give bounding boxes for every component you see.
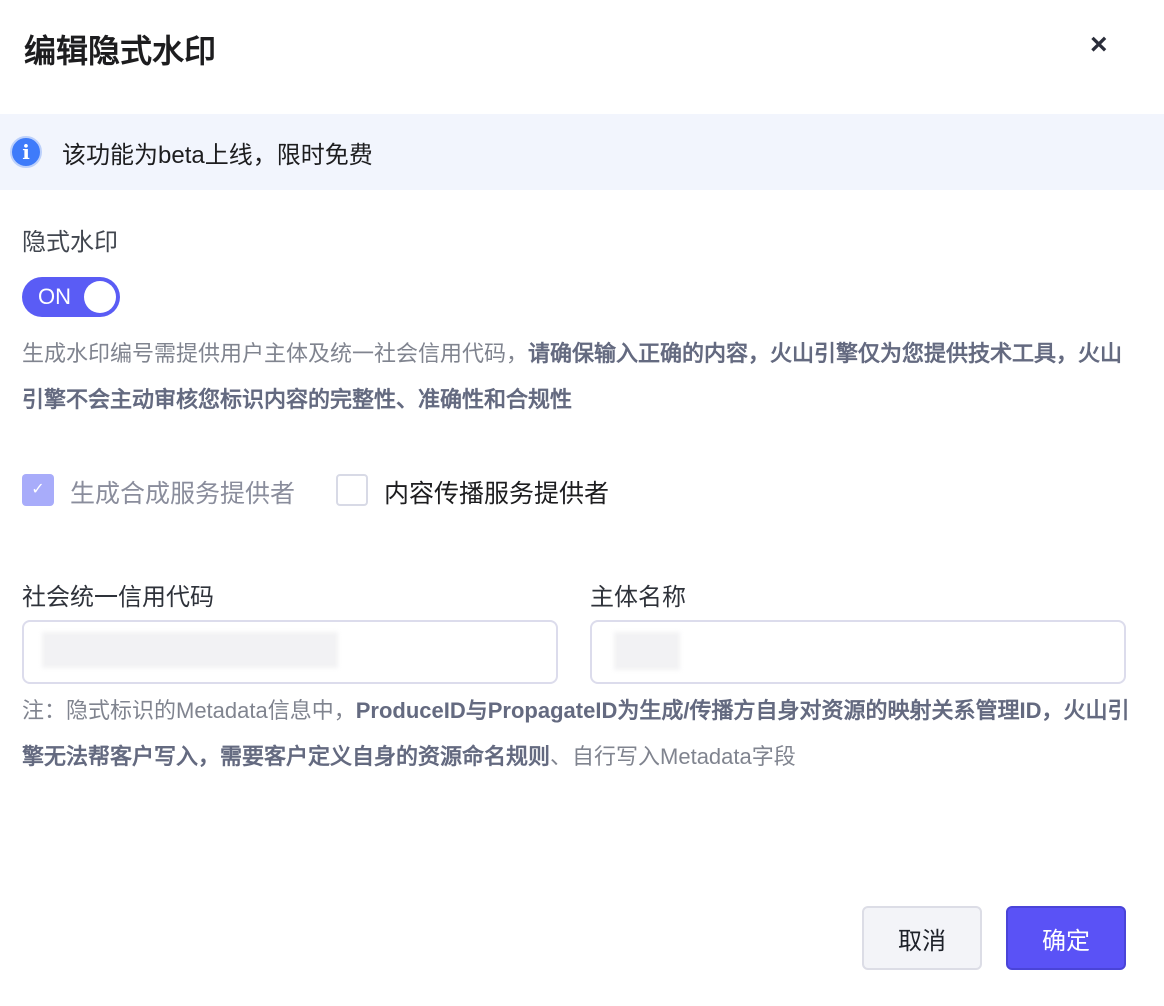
cancel-button[interactable]: 取消 [862,906,982,970]
confirm-button[interactable]: 确定 [1006,906,1126,970]
dialog-title: 编辑隐式水印 [24,33,217,69]
checkbox-generation-provider-label: 生成合成服务提供者 [70,480,296,508]
note-normal-end: 、自行写入Metadata字段 [550,744,796,769]
checkbox-propagation-provider-label: 内容传播服务提供者 [384,480,610,508]
toggle-label: ON [38,284,71,309]
info-icon: i [10,136,42,168]
banner-text: 该功能为beta上线，限时免费 [62,141,373,169]
toggle-knob [84,281,116,313]
note-text: 注：隐式标识的Metadata信息中，ProduceID与PropagateID… [22,688,1132,780]
description-text: 生成水印编号需提供用户主体及统一社会信用代码，请确保输入正确的内容，火山引擎仅为… [22,331,1132,423]
info-banner: i 该功能为beta上线，限时免费 [0,114,1164,190]
watermark-toggle[interactable]: ON [22,277,120,317]
note-normal: 注：隐式标识的Metadata信息中， [22,698,356,723]
entity-name-label: 主体名称 [590,584,686,611]
watermark-label: 隐式水印 [22,229,118,256]
entity-name-input[interactable] [590,620,1126,684]
credit-code-input[interactable] [22,620,558,684]
checkbox-propagation-provider[interactable] [336,474,368,506]
redacted-value [42,632,338,668]
redacted-value [614,632,680,670]
close-icon[interactable]: × [1090,28,1108,62]
description-normal: 生成水印编号需提供用户主体及统一社会信用代码， [22,341,529,366]
checkbox-generation-provider[interactable]: ✓ [22,474,54,506]
credit-code-label: 社会统一信用代码 [22,584,214,611]
